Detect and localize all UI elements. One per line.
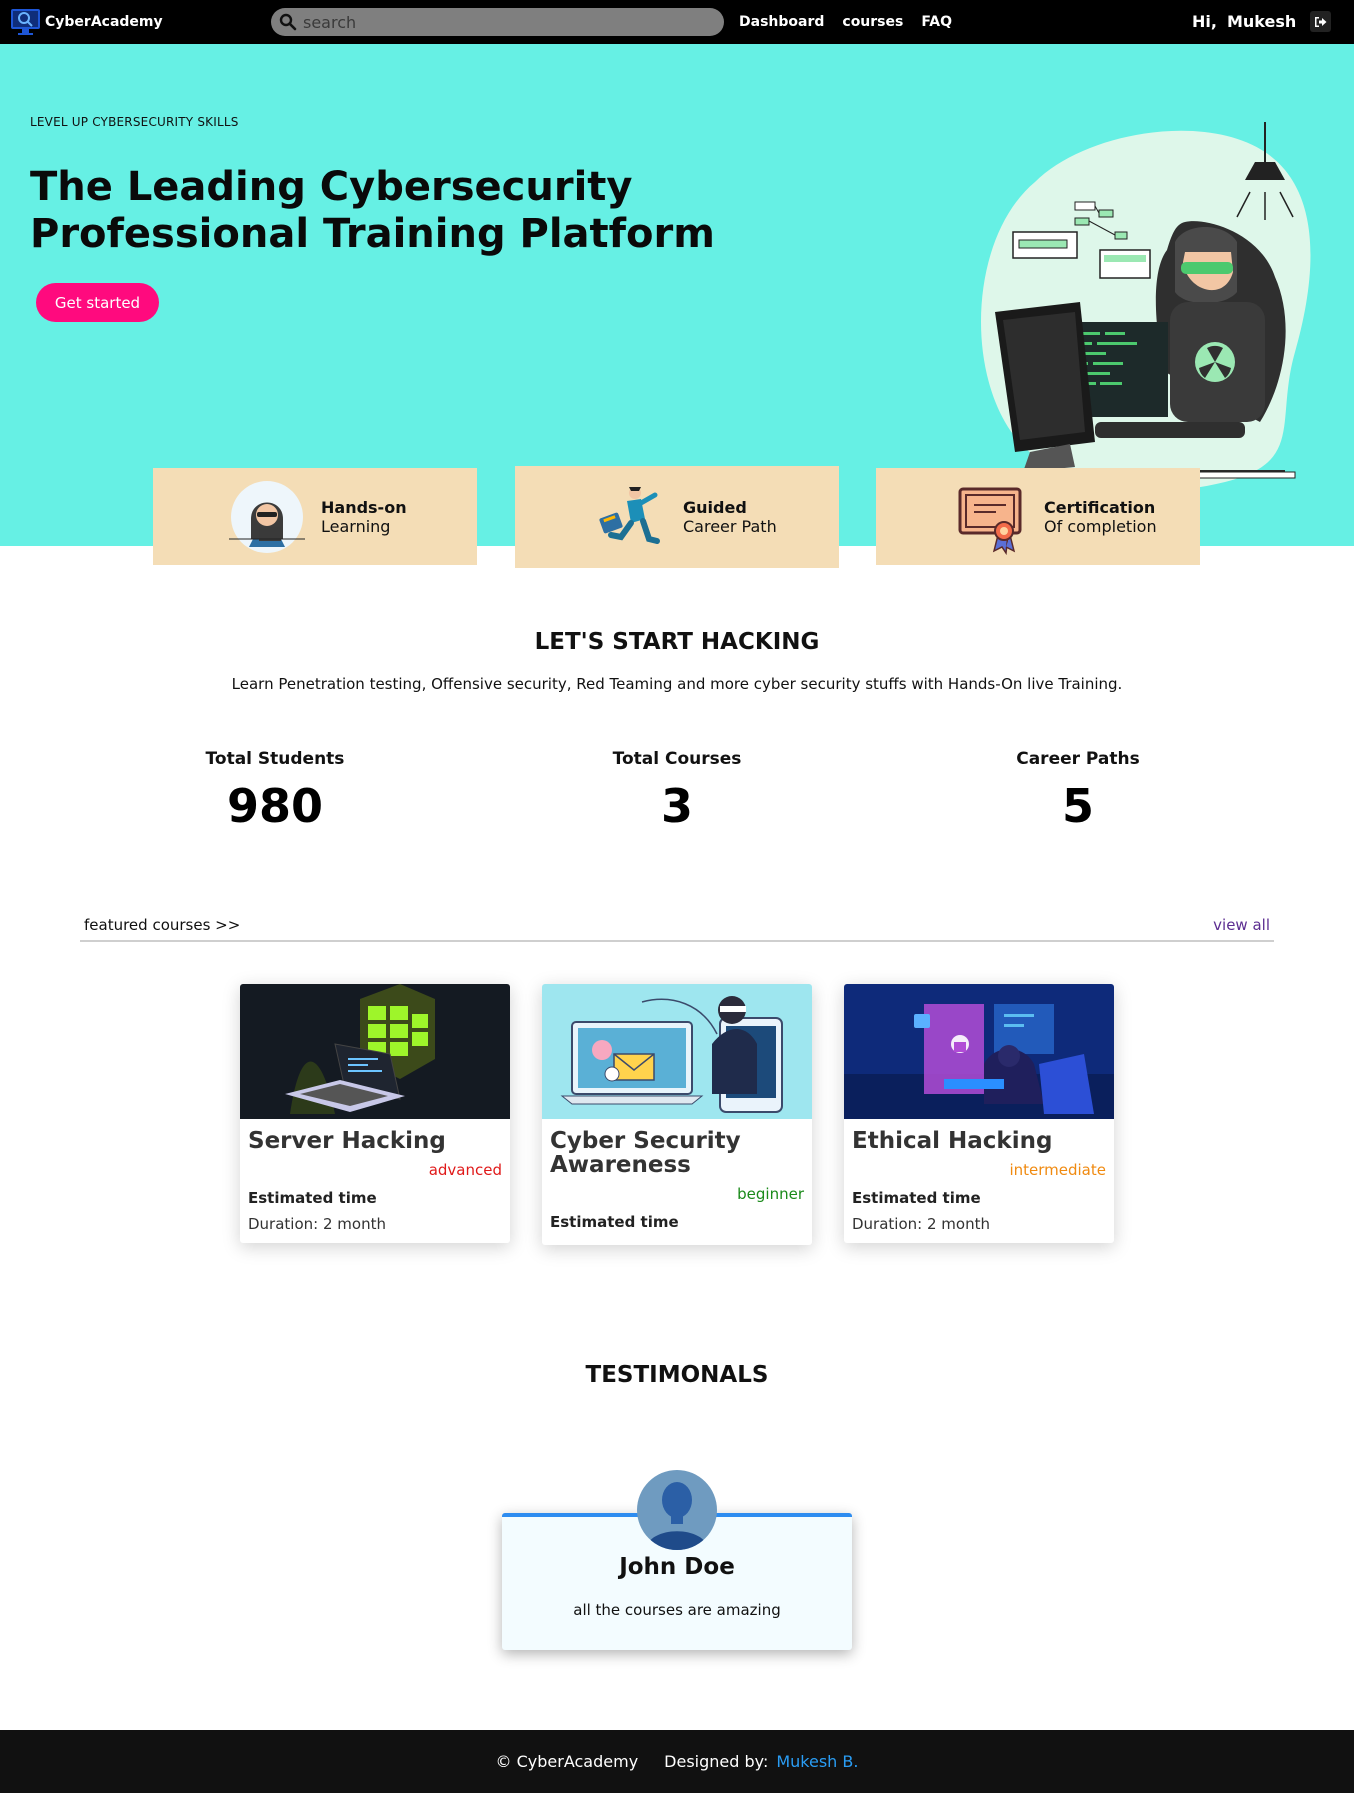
course-level-badge: advanced [428, 1161, 502, 1179]
running-man-icon [599, 487, 660, 544]
featured-courses-heading: featured courses >> [84, 916, 241, 934]
course-image-awareness [542, 984, 812, 1119]
feature-text-certification: Certification Of completion [1044, 498, 1157, 536]
hacker-avatar-icon [229, 480, 305, 553]
feature-title: Guided [683, 498, 747, 517]
testimonial-quote: all the courses are amazing [573, 1601, 781, 1619]
footer-copyright: © CyberAcademy [495, 1752, 639, 1771]
footer-designed-label: Designed by: [664, 1752, 769, 1771]
stat-value: 3 [660, 779, 693, 833]
course-card-cyber-security-awareness[interactable]: Cyber Security Awareness beginner Estima… [542, 984, 812, 1245]
view-all-link[interactable]: view all [1213, 916, 1270, 934]
feature-subtitle: Learning [321, 516, 391, 536]
hero-title: The Leading Cybersecurity Professional T… [30, 164, 715, 257]
course-title: Cyber Security Awareness [550, 1128, 741, 1178]
feature-subtitle: Of completion [1044, 516, 1157, 536]
avatar [637, 1470, 717, 1550]
course-level-badge: intermediate [1009, 1161, 1106, 1179]
course-estimated-label: Estimated time [852, 1189, 981, 1207]
feature-card-guided: Guided Career Path [515, 466, 839, 568]
nav-link-dashboard[interactable]: Dashboard [739, 14, 824, 30]
search-input[interactable] [303, 12, 703, 32]
greeting-text: Hi, [1192, 12, 1217, 31]
hacker-illustration [981, 122, 1311, 492]
search-icon [279, 13, 297, 31]
monitor-logo-icon [11, 9, 40, 35]
intro-title: LET'S START HACKING [534, 629, 820, 655]
stat-label: Total Students [205, 749, 345, 769]
feature-card-hands-on: Hands-on Learning [153, 468, 477, 565]
search-bar [271, 8, 724, 36]
feature-text-guided: Guided Career Path [683, 498, 777, 536]
user-greeting: Hi, Mukesh [1192, 12, 1296, 31]
feature-title: Certification [1044, 497, 1156, 517]
intro-subtitle: Learn Penetration testing, Offensive sec… [231, 675, 1123, 693]
course-card-ethical-hacking[interactable]: Ethical Hacking intermediate Estimated t… [844, 984, 1114, 1243]
get-started-button[interactable]: Get started [36, 283, 159, 322]
featured-courses-header: featured courses >> view all [80, 914, 1274, 942]
course-image-server-hacking [240, 984, 510, 1119]
brand-name: CyberAcademy [45, 14, 163, 30]
course-card-server-hacking[interactable]: Server Hacking advanced Estimated time D… [240, 984, 510, 1243]
nav-link-courses[interactable]: courses [842, 14, 903, 30]
course-level-badge: beginner [737, 1185, 804, 1203]
stat-total-courses: Total Courses 3 [527, 749, 827, 833]
certificate-icon [958, 487, 1022, 555]
nav-links: Dashboard courses FAQ [739, 0, 952, 44]
feature-subtitle: Career Path [683, 517, 777, 536]
footer-author-link[interactable]: Mukesh B. [776, 1752, 858, 1771]
testimonials-title: TESTIMONALS [585, 1362, 769, 1388]
top-navbar: CyberAcademy Dashboard courses FAQ Hi, M… [0, 0, 1354, 44]
feature-text-hands-on: Hands-on Learning [321, 498, 407, 536]
stat-label: Career Paths [1016, 749, 1140, 769]
stat-value: 5 [1061, 779, 1094, 833]
feature-card-certification: Certification Of completion [876, 468, 1200, 565]
stat-value: 980 [226, 779, 324, 833]
hero-kicker: LEVEL UP CYBERSECURITY SKILLS [30, 115, 239, 129]
footer: © CyberAcademy Designed by: Mukesh B. [0, 1730, 1354, 1793]
stat-total-students: Total Students 980 [125, 749, 425, 833]
course-duration: Duration: 2 month [852, 1215, 990, 1233]
course-estimated-label: Estimated time [550, 1213, 679, 1231]
stat-label: Total Courses [612, 749, 742, 769]
course-estimated-label: Estimated time [248, 1189, 377, 1207]
feature-title: Hands-on [321, 497, 407, 517]
logout-icon [1315, 16, 1327, 27]
logout-button[interactable] [1310, 11, 1331, 32]
course-title: Ethical Hacking [852, 1128, 1053, 1154]
stat-career-paths: Career Paths 5 [928, 749, 1228, 833]
user-name[interactable]: Mukesh [1227, 12, 1296, 31]
course-image-ethical-hacking [844, 984, 1114, 1119]
nav-link-faq[interactable]: FAQ [921, 14, 952, 30]
course-duration: Duration: 2 month [248, 1215, 386, 1233]
brand[interactable]: CyberAcademy [10, 7, 163, 37]
testimonial-name: John Doe [619, 1554, 735, 1580]
course-title: Server Hacking [248, 1128, 446, 1154]
